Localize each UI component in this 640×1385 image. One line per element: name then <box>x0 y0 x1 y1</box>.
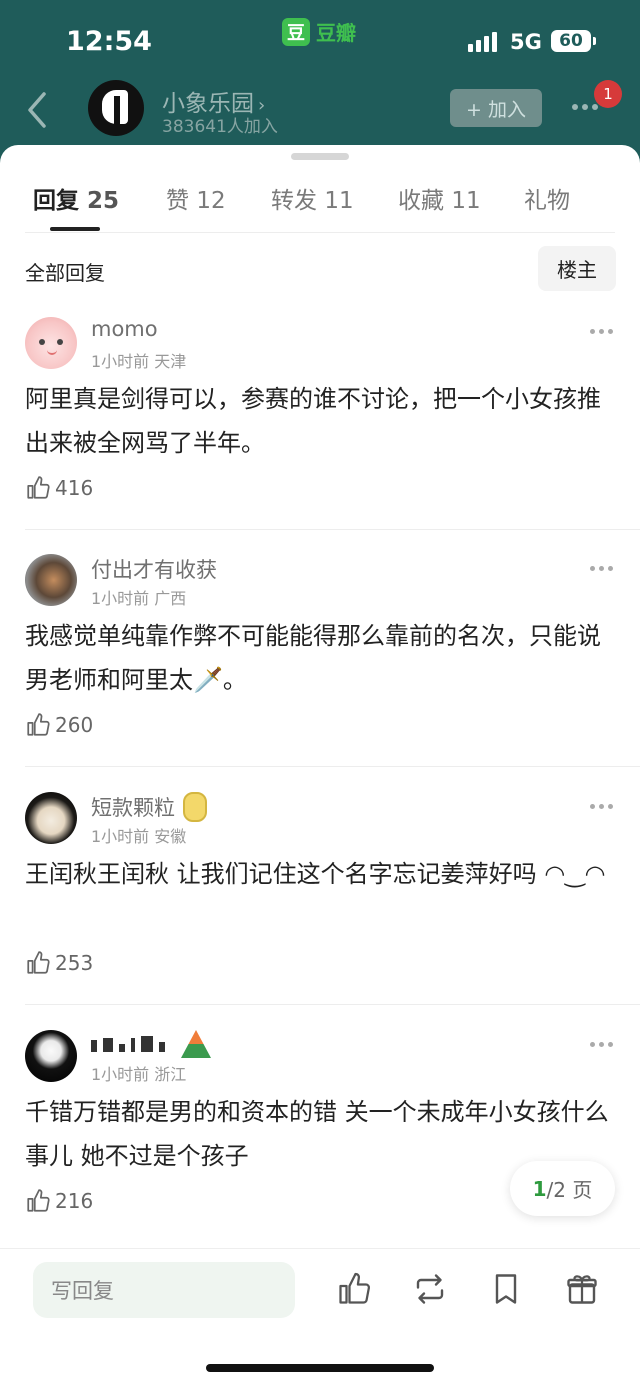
all-replies-filter[interactable]: 全部回复 <box>25 257 105 286</box>
comment-username[interactable]: 付出才有收获 <box>91 554 217 584</box>
comment-meta: 1小时前 安徽 <box>91 827 187 846</box>
status-bar: 12:54 豆 豆瓣 5G 60 <box>0 0 640 80</box>
app-name: 豆瓣 <box>316 21 356 45</box>
like-button[interactable]: 216 <box>25 1188 93 1214</box>
reply-input[interactable]: 写回复 <box>33 1262 295 1318</box>
like-count: 416 <box>55 476 94 500</box>
like-button[interactable]: 253 <box>25 950 93 976</box>
tab-collections[interactable]: 收藏 11 <box>398 181 481 215</box>
repost-icon[interactable] <box>412 1271 448 1307</box>
battery-level: 60 <box>559 31 583 51</box>
comment-meta: 1小时前 广西 <box>91 589 187 608</box>
comment-username[interactable] <box>91 1030 211 1058</box>
current-page: 1 <box>532 1176 547 1201</box>
like-count: 260 <box>55 713 94 737</box>
comment-more-icon[interactable] <box>590 1042 613 1047</box>
notification-badge[interactable]: 1 <box>594 80 622 108</box>
comment-divider <box>25 529 640 530</box>
page-total: /2 页 <box>546 1178 593 1202</box>
comment-more-icon[interactable] <box>590 804 613 809</box>
home-indicator <box>206 1364 434 1372</box>
thumbs-up-icon <box>27 713 50 736</box>
comment-text: 阿里真是剑得可以，参赛的谁不讨论，把一个小女孩推出来被全网骂了半年。 <box>25 385 601 457</box>
group-nav: 小象乐园 › 383641人加入 + 加入 1 <box>0 78 640 140</box>
thumbs-up-icon <box>27 476 50 499</box>
pixel-username-image <box>91 1036 165 1052</box>
avatar[interactable] <box>25 554 77 606</box>
status-time: 12:54 <box>66 26 152 57</box>
thumbs-up-icon <box>27 1189 50 1212</box>
avatar[interactable] <box>25 792 77 844</box>
tab-replies[interactable]: 回复 25 <box>33 181 119 215</box>
comment-more-icon[interactable] <box>590 329 613 334</box>
group-avatar[interactable] <box>88 80 144 136</box>
douban-logo-icon: 豆 <box>282 17 310 46</box>
comment-divider <box>25 766 640 767</box>
like-count: 216 <box>55 1189 94 1213</box>
comment-more-icon[interactable] <box>590 566 613 571</box>
tab-likes[interactable]: 赞 12 <box>166 181 226 215</box>
group-member-count: 383641人加入 <box>162 117 278 137</box>
page-indicator[interactable]: 1/2 页 <box>510 1161 615 1216</box>
gift-icon[interactable] <box>564 1271 600 1307</box>
comments-sheet: 回复 25 赞 12 转发 11 收藏 11 礼物 全部回复 楼主 momo 1… <box>0 145 640 1385</box>
owner-only-button[interactable]: 楼主 <box>538 246 616 291</box>
battery-icon: 60 <box>551 30 596 52</box>
comment-username[interactable]: momo <box>91 317 158 341</box>
join-button[interactable]: + 加入 <box>450 89 542 127</box>
user-badge-icon <box>183 792 207 822</box>
tab-divider <box>25 232 615 233</box>
bottom-action-bar: 写回复 <box>0 1248 640 1385</box>
sheet-grabber[interactable] <box>291 153 349 160</box>
comment-divider <box>25 1004 640 1005</box>
like-button[interactable]: 416 <box>25 475 93 501</box>
tab-reposts[interactable]: 转发 11 <box>271 181 354 215</box>
tab-bar: 回复 25 赞 12 转发 11 收藏 11 礼物 <box>0 181 640 231</box>
comment-username[interactable]: 短款颗粒 <box>91 792 207 822</box>
comment-meta: 1小时前 天津 <box>91 352 187 371</box>
user-badge-icon <box>181 1030 211 1058</box>
signal-icon <box>468 32 497 52</box>
thumbs-up-icon <box>27 951 50 974</box>
comment-text: 我感觉单纯靠作弊不可能能得那么靠前的名次，只能说男老师和阿里太🗡️。 <box>25 622 601 694</box>
thumbs-up-icon[interactable] <box>336 1271 372 1307</box>
app-badge: 豆 豆瓣 <box>282 17 356 46</box>
active-tab-indicator <box>50 227 100 231</box>
chevron-left-icon[interactable] <box>24 90 54 130</box>
comment-meta: 1小时前 浙江 <box>91 1065 187 1084</box>
tab-gifts[interactable]: 礼物 <box>524 181 570 215</box>
comment-text: 王闰秋王闰秋 让我们记住这个名字忘记姜萍好吗 ◠‿◠ <box>25 860 606 888</box>
more-options-icon[interactable] <box>572 104 598 110</box>
network-type: 5G <box>510 30 542 54</box>
avatar[interactable] <box>25 1030 77 1082</box>
like-count: 253 <box>55 951 94 975</box>
bookmark-icon[interactable] <box>488 1271 524 1307</box>
avatar[interactable] <box>25 317 77 369</box>
like-button[interactable]: 260 <box>25 712 93 738</box>
